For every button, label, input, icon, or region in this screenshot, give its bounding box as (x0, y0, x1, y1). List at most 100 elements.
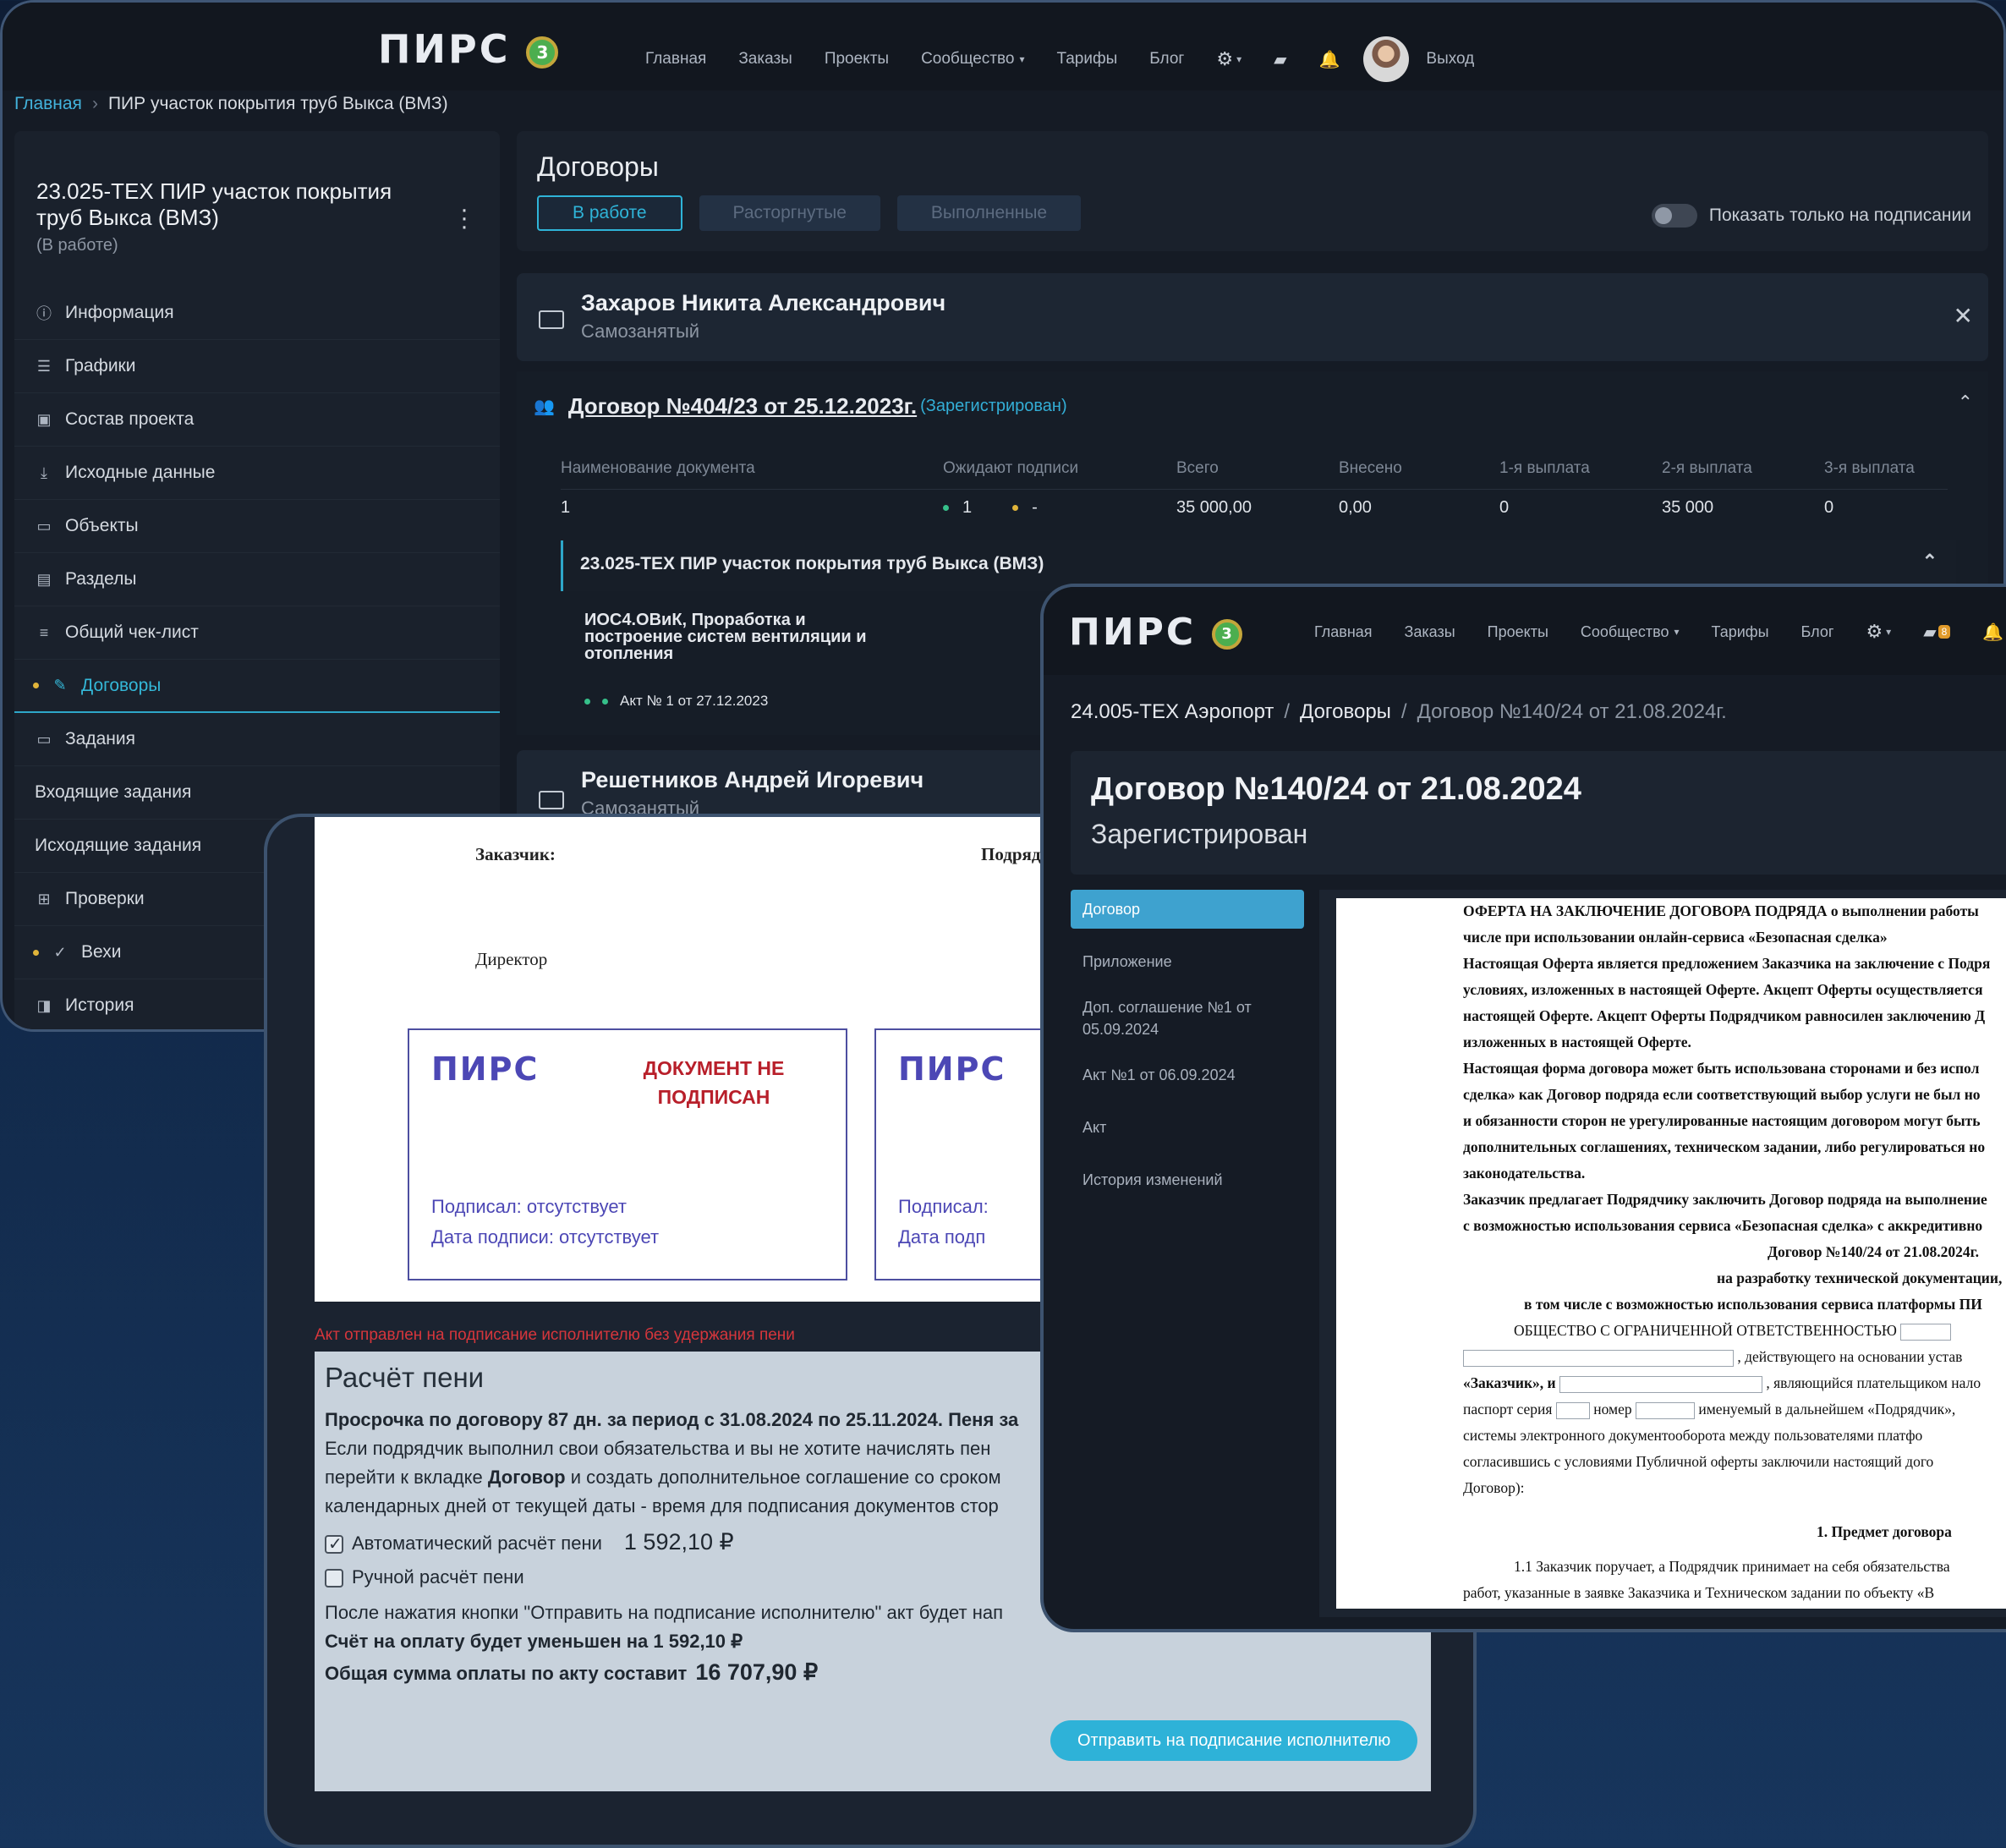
nav-community[interactable]: Сообщество ▾ (921, 50, 1024, 69)
tab-completed[interactable]: Выполненные (896, 195, 1082, 231)
contract-link[interactable]: Договор №404/23 от 25.12.2023г. (568, 393, 917, 420)
act-row[interactable]: Акт № 1 от 27.12.2023 (584, 693, 768, 710)
toggle-switch[interactable] (1651, 204, 1697, 228)
status-dot (33, 949, 39, 956)
collapse-icon[interactable]: ✕ (1954, 302, 1973, 330)
tab-appendix[interactable]: Приложение (1071, 942, 1304, 981)
document-row[interactable]: ИОС4.ОВиК, Проработка и построение систе… (584, 611, 1132, 663)
document-viewer[interactable]: ОФЕРТА НА ЗАКЛЮЧЕНИЕ ДОГОВОРА ПОДРЯДА о … (1319, 890, 2006, 1617)
sidebar-item-charts[interactable]: ☰ Графики (14, 340, 500, 393)
logo[interactable]: ПИРС 3 (1069, 611, 1242, 654)
nav-orders[interactable]: Заказы (738, 50, 792, 69)
doc-line: изложенных в настоящей Оферте. (1463, 1034, 1691, 1050)
sidebar-item-contracts[interactable]: ✎ Договоры (14, 660, 500, 713)
nav-tariffs[interactable]: Тарифы (1712, 623, 1769, 641)
auto-penalty-option[interactable]: Автоматический расчёт пени 1 592,10 ₽ (325, 1529, 734, 1555)
logo-badge: 3 (526, 36, 559, 69)
messages-icon[interactable]: ▰ (1274, 49, 1286, 70)
contract-tabs: В работе Расторгнутые Выполненные (537, 195, 1098, 231)
signing-only-toggle[interactable]: Показать только на подписании (1651, 204, 1971, 228)
status-dot (33, 683, 39, 688)
nav-blog[interactable]: Блог (1801, 623, 1834, 641)
sidebar-item-composition[interactable]: ▣ Состав проекта (14, 393, 500, 447)
sidebar-item-incoming-tasks[interactable]: Входящие задания (14, 766, 500, 820)
messages-icon[interactable]: ▰ 8 (1923, 622, 1951, 643)
sidebar-item-source-data[interactable]: ⤓ Исходные данные (14, 447, 500, 500)
executor-name: Решетников Андрей Игоревич (581, 767, 924, 792)
penalty-desc: Если подрядчик выполнил свои обязательст… (325, 1438, 991, 1459)
logout-link[interactable]: Выход (1426, 50, 1474, 69)
logo[interactable]: ПИРС 3 (378, 26, 559, 72)
cell-awaiting: 1- (943, 498, 1038, 518)
nav-blog[interactable]: Блог (1149, 50, 1184, 69)
contract-title: Договор №140/24 от 21.08.2024 (1091, 771, 1581, 807)
logo-text: ПИРС (378, 26, 511, 72)
manual-penalty-option[interactable]: Ручной расчёт пени (325, 1566, 524, 1588)
col-paid: Внесено (1339, 459, 1402, 477)
main-nav: Главная Заказы Проекты Сообщество ▾ Тариф… (645, 36, 1506, 82)
doc-line: и обязанности сторон не урегулированные … (1463, 1112, 1981, 1129)
bell-icon[interactable]: 🔔 (1319, 49, 1340, 70)
folder-icon (539, 310, 564, 329)
chevron-up-icon[interactable]: ⌃ (1958, 392, 1973, 414)
nav-projects[interactable]: Проекты (825, 50, 889, 69)
tab-in-progress[interactable]: В работе (537, 195, 682, 231)
doc-line: законодательства. (1463, 1165, 1586, 1182)
nav-community[interactable]: Сообщество ▾ (1581, 623, 1680, 641)
chevron-up-icon[interactable]: ⌃ (1922, 551, 1937, 573)
nav-home[interactable]: Главная (645, 50, 706, 69)
tab-supplementary-agreement[interactable]: Доп. соглашение №1 от 05.09.2024 (1071, 988, 1282, 1049)
total-amount-line: Общая сумма оплаты по акту составит 16 70… (325, 1659, 819, 1685)
gear-icon: ⚙ (1216, 48, 1234, 69)
sidebar-item-checklist[interactable]: ≡ Общий чек-лист (14, 606, 500, 660)
kebab-menu-icon[interactable]: · · · (456, 197, 473, 239)
sidebar-item-info[interactable]: ⓘ Информация (14, 287, 500, 340)
sidebar-item-sections[interactable]: ▤ Разделы (14, 553, 500, 606)
tab-act-1[interactable]: Акт №1 от 06.09.2024 (1071, 1056, 1304, 1094)
cell-total: 35 000,00 (1176, 498, 1252, 517)
tab-change-history[interactable]: История изменений (1071, 1160, 1304, 1199)
folder-icon: ▭ (36, 517, 52, 535)
bell-icon[interactable]: 🔔 (1982, 622, 2003, 643)
breadcrumb-project[interactable]: 24.005-ТЕХ Аэропорт (1071, 700, 1274, 724)
nav-orders[interactable]: Заказы (1405, 623, 1455, 641)
nav-projects[interactable]: Проекты (1488, 623, 1548, 641)
sidebar-item-objects[interactable]: ▭ Объекты (14, 500, 500, 553)
col-doc-name: Наименование документа (561, 459, 755, 477)
director-label: Директор (475, 949, 548, 969)
grid-icon: ⊞ (37, 890, 51, 908)
message-count-badge: 8 (1937, 625, 1951, 639)
avatar[interactable] (1363, 36, 1410, 82)
doc-line: на разработку технической документации, (1717, 1269, 2003, 1286)
nav-home[interactable]: Главная (1314, 623, 1373, 641)
nav-tariffs[interactable]: Тарифы (1056, 50, 1117, 69)
penalty-desc: перейти к вкладке Договор и создать допо… (325, 1467, 1001, 1488)
settings-menu[interactable]: ⚙ ▾ (1216, 48, 1241, 70)
executor-card[interactable]: Захаров Никита Александрович Самозанятый… (517, 273, 1988, 361)
tab-terminated[interactable]: Расторгнутые (699, 195, 880, 231)
gear-icon: ⚙ (1866, 621, 1883, 642)
manual-penalty-checkbox[interactable] (325, 1569, 343, 1588)
breadcrumb-contracts[interactable]: Договоры (1300, 700, 1391, 724)
executor-name: Захаров Никита Александрович (581, 290, 946, 315)
sidebar-item-label: Входящие задания (35, 782, 192, 802)
doc-line: в том числе с возможностью использования… (1524, 1296, 1982, 1313)
tab-contract[interactable]: Договор (1071, 890, 1304, 929)
settings-menu[interactable]: ⚙ ▾ (1866, 621, 1891, 643)
doc-line: сделка» как Договор подряда если соответ… (1463, 1086, 1981, 1103)
doc-line: дополнительных соглашениях, техническом … (1463, 1138, 1986, 1155)
document-name: ИОС4.ОВиК, Проработка и построение систе… (584, 611, 867, 663)
send-to-executor-button[interactable]: Отправить на подписание исполнителю (1050, 1720, 1418, 1761)
doc-line: условиях, изложенных в настоящей Оферте.… (1463, 981, 1983, 998)
auto-penalty-checkbox[interactable] (325, 1533, 343, 1555)
top-navbar: ПИРС 3 Главная Заказы Проекты Сообщество… (3, 3, 2003, 90)
doc-line: , действующего на основании устав (1463, 1344, 1962, 1371)
act-sent-note: Акт отправлен на подписание исполнителю … (315, 1326, 795, 1344)
tab-act[interactable]: Акт (1071, 1108, 1304, 1147)
sidebar-item-tasks[interactable]: ▭ Задания (14, 713, 500, 766)
col-payment-1: 1-я выплата (1499, 459, 1590, 477)
col-payment-3: 3-я выплата (1824, 459, 1915, 477)
breadcrumb-home[interactable]: Главная (14, 94, 82, 113)
contract-tab-link[interactable]: Договор (488, 1467, 566, 1488)
sidebar-item-label: Информация (65, 303, 174, 322)
